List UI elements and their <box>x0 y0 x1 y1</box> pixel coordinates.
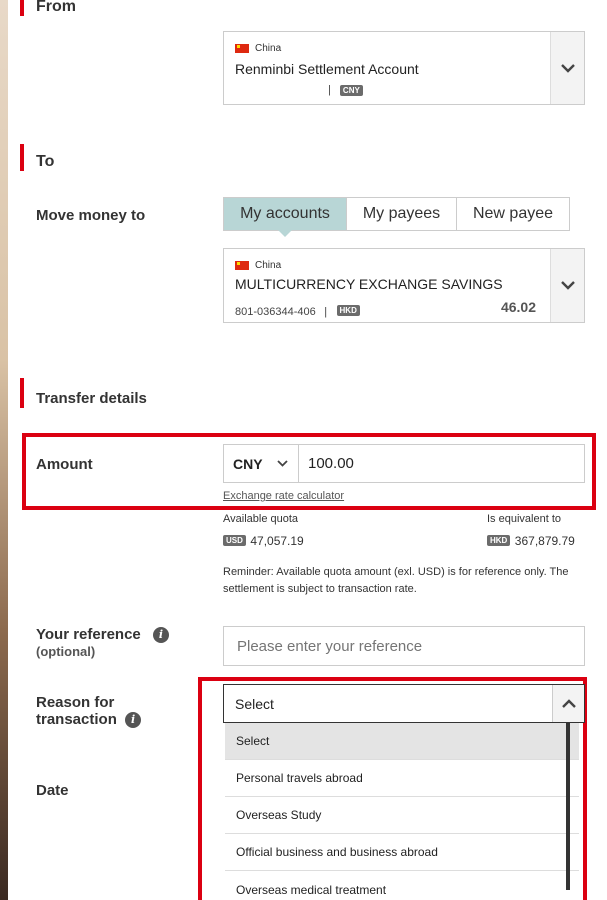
info-icon[interactable]: i <box>125 712 142 729</box>
quota-reminder: Reminder: Available quota amount (exl. U… <box>223 566 569 595</box>
move-money-label: Move money to <box>36 207 146 224</box>
tab-new-payee[interactable]: New payee <box>457 198 569 230</box>
amount-label: Amount <box>36 456 93 473</box>
transfer-section-title: Transfer details <box>36 390 147 407</box>
available-quota-value: 47,057.19 <box>250 534 304 548</box>
dropdown-scrollbar[interactable] <box>566 723 570 890</box>
info-icon[interactable]: i <box>152 627 169 644</box>
amount-currency-select[interactable]: CNY <box>223 444 299 483</box>
from-account-selector[interactable]: China Renminbi Settlement Account | CNY <box>223 31 585 105</box>
quota-currency-badge: USD <box>223 535 246 547</box>
from-account-name: Renminbi Settlement Account <box>235 61 419 77</box>
to-country: China <box>255 260 282 272</box>
amount-currency: CNY <box>233 455 263 472</box>
reference-label-text: Your reference <box>36 626 141 643</box>
reason-option[interactable]: Personal travels abroad <box>225 760 579 797</box>
reason-option[interactable]: Select <box>225 723 579 760</box>
to-account-selector[interactable]: China MULTICURRENCY EXCHANGE SAVINGS 801… <box>223 248 585 323</box>
from-separator: | <box>328 84 331 96</box>
equivalent-value: 367,879.79 <box>514 534 575 548</box>
from-section-title: From <box>36 0 76 15</box>
to-section-bar <box>20 144 24 171</box>
to-dropdown-toggle[interactable] <box>550 249 584 322</box>
tab-my-accounts[interactable]: My accounts <box>224 198 347 237</box>
from-currency-badge: CNY <box>339 84 363 96</box>
from-section-bar <box>20 0 24 16</box>
to-section-title: To <box>36 153 55 170</box>
amount-input[interactable]: 100.00 <box>298 444 585 483</box>
from-country: China <box>255 43 282 55</box>
chevron-up-icon <box>561 699 576 708</box>
china-flag-icon <box>235 261 249 271</box>
available-quota-label: Available quota <box>223 513 299 525</box>
equivalent-currency-badge: HKD <box>487 535 511 547</box>
equivalent-label: Is equivalent to <box>487 513 561 525</box>
date-label: Date <box>36 782 69 799</box>
reason-select[interactable]: Select <box>223 684 585 723</box>
chevron-down-icon <box>560 281 575 290</box>
destination-tabs: My accounts My payees New payee <box>223 197 570 237</box>
from-dropdown-toggle[interactable] <box>550 32 584 104</box>
reference-optional: (optional) <box>36 644 96 660</box>
chevron-down-icon <box>560 63 575 73</box>
reason-label: Reason for transaction i <box>36 694 142 729</box>
reason-selected-value: Select <box>235 695 274 712</box>
to-account-number: 801-036344-406 <box>235 306 316 318</box>
reason-option[interactable]: Overseas Study <box>225 797 579 834</box>
to-account-name: MULTICURRENCY EXCHANGE SAVINGS <box>235 276 503 292</box>
background-edge <box>0 0 8 900</box>
to-account-balance: 46.02 <box>500 299 536 315</box>
reason-label-line1: Reason for <box>36 694 115 711</box>
reason-label-line2: transaction <box>36 711 117 728</box>
to-separator: | <box>324 306 328 318</box>
reason-option[interactable]: Overseas medical treatment <box>225 871 579 900</box>
exchange-rate-calculator-link[interactable]: Exchange rate calculator <box>223 490 344 502</box>
reference-input[interactable] <box>223 626 585 666</box>
reason-option[interactable]: Official business and business abroad <box>225 834 579 871</box>
to-currency-badge: HKD <box>336 305 360 317</box>
reason-toggle[interactable] <box>552 685 584 722</box>
reference-label: Your reference i (optional) <box>36 626 169 659</box>
china-flag-icon <box>235 44 249 54</box>
chevron-down-icon <box>276 460 288 467</box>
transfer-section-bar <box>20 378 24 408</box>
tab-my-payees[interactable]: My payees <box>347 198 457 230</box>
